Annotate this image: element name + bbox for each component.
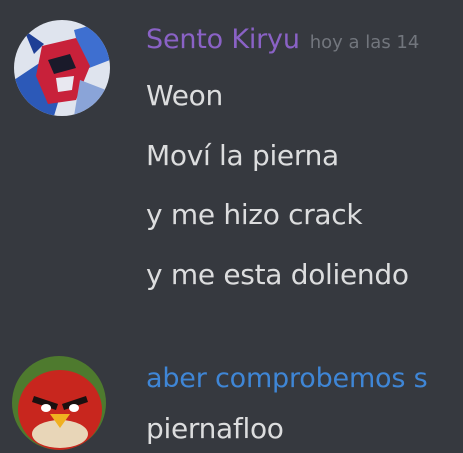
timestamp: hoy a las 14: [309, 32, 420, 53]
username[interactable]: aber comprobemos s: [146, 363, 428, 394]
message-text: y me esta doliendo: [146, 258, 409, 291]
message-group: aber comprobemos s piernafloo: [0, 340, 463, 453]
message-text: Moví la pierna: [146, 139, 339, 172]
message-text: piernafloo: [146, 412, 284, 445]
message-header: Sento Kiryu hoy a las 14: [146, 24, 419, 55]
red-bird-avatar-icon[interactable]: [12, 356, 106, 450]
masked-rider-avatar-icon[interactable]: [14, 20, 110, 116]
message-group: Sento Kiryu hoy a las 14 Weon Moví la pie…: [0, 0, 463, 330]
chat-message-list: Sento Kiryu hoy a las 14 Weon Moví la pie…: [0, 0, 463, 453]
message-text: y me hizo crack: [146, 198, 363, 231]
message-header: aber comprobemos s: [146, 363, 428, 394]
message-text: Weon: [146, 79, 223, 112]
username[interactable]: Sento Kiryu: [146, 24, 300, 55]
